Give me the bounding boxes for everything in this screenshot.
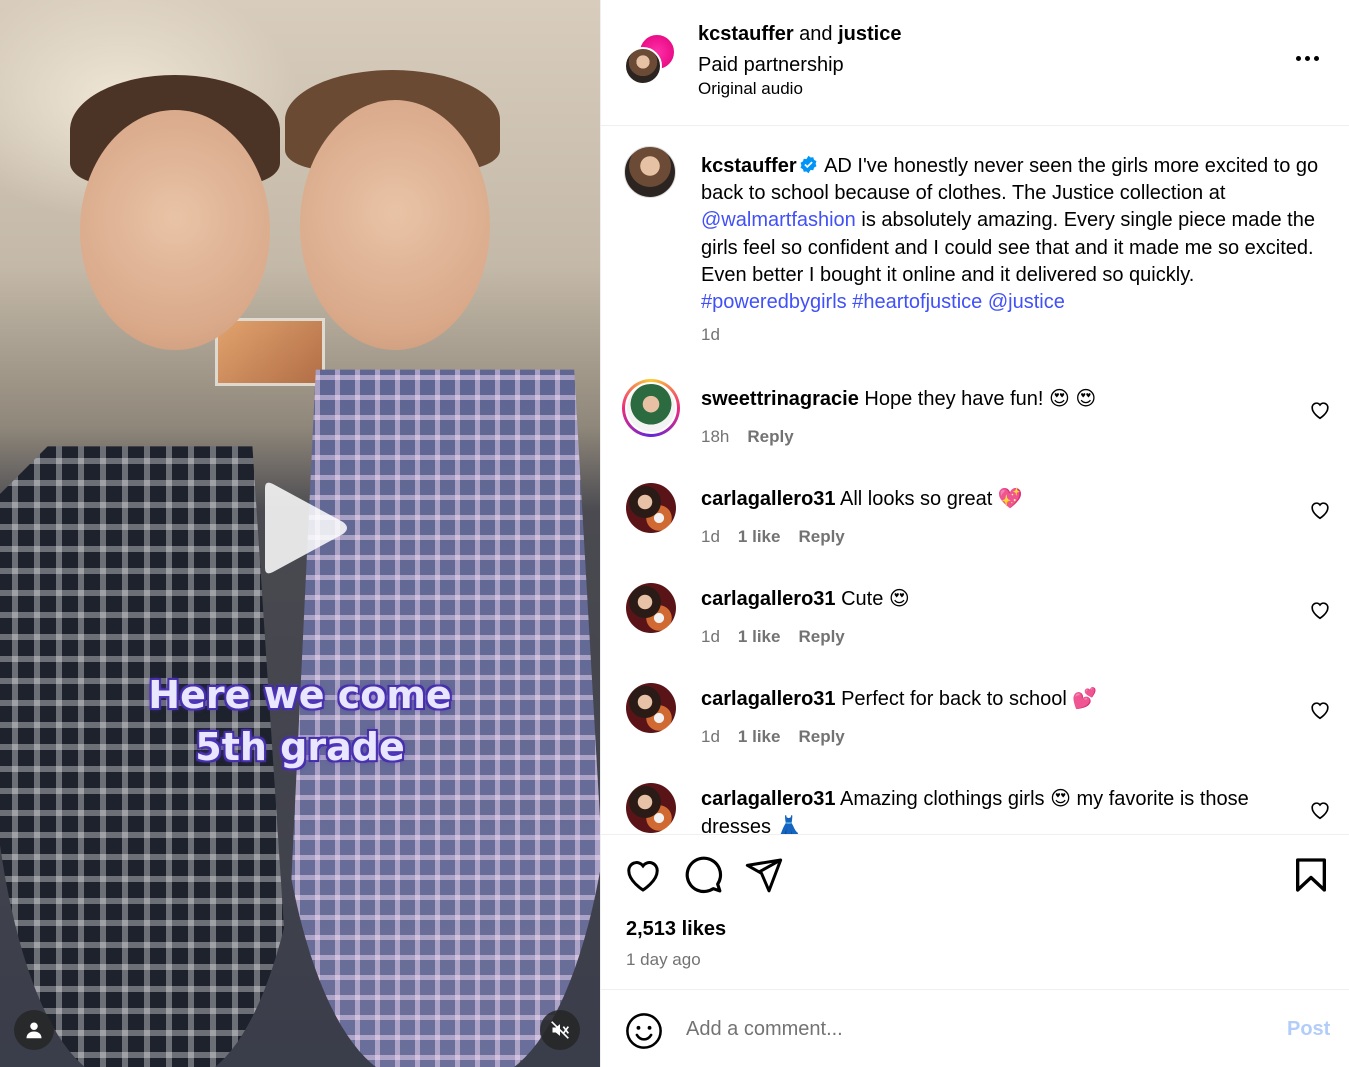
post-header: kcstauffer and justice Paid partnership …	[601, 0, 1349, 126]
comment-text: carlagallero31 Cute 😍	[701, 585, 1281, 613]
comment-meta: 18h Reply	[701, 427, 794, 447]
comment-composer: Post	[601, 989, 1349, 1067]
mention-walmartfashion[interactable]: @walmartfashion	[701, 209, 856, 231]
comment-body: Perfect for back to school	[841, 688, 1067, 710]
comment-likes[interactable]: 1 like	[738, 727, 781, 747]
comment-text: carlagallero31 Amazing clothings girls 😍…	[701, 785, 1281, 834]
comment-emoji-dress: 👗	[776, 816, 802, 834]
partner-username[interactable]: justice	[838, 23, 901, 45]
comment-username[interactable]: carlagallero31	[701, 488, 836, 510]
comment-username[interactable]: carlagallero31	[701, 788, 836, 810]
heart-icon[interactable]	[1309, 599, 1331, 621]
verified-icon	[800, 155, 817, 174]
video-face-left	[80, 110, 270, 350]
author-avatar[interactable]	[624, 47, 662, 85]
comment-text: carlagallero31 All looks so great 💖	[701, 485, 1281, 513]
comment-item: carlagallero31 Cute 😍 1d 1 like Reply	[601, 583, 1349, 683]
share-icon[interactable]	[744, 855, 784, 895]
comment-body: Hope they have fun!	[864, 388, 1044, 410]
comment-body: Amazing clothings girls	[839, 788, 1045, 810]
comment-emoji: 😍	[888, 588, 910, 610]
background-painting	[215, 318, 325, 386]
heart-icon[interactable]	[623, 855, 663, 895]
mute-icon	[551, 1021, 569, 1039]
emoji-icon[interactable]	[625, 1012, 663, 1050]
comment-likes[interactable]: 1 like	[738, 527, 781, 547]
heart-icon[interactable]	[1309, 399, 1331, 421]
play-icon[interactable]	[255, 478, 355, 578]
hashtag-heartofjustice[interactable]: #heartofjustice	[852, 291, 982, 313]
comment-likes[interactable]: 1 like	[738, 627, 781, 647]
comments-scroll-area[interactable]: kcstauffer AD I've honestly never seen t…	[601, 126, 1349, 834]
comment-username[interactable]: carlagallero31	[701, 688, 836, 710]
mute-button[interactable]	[540, 1010, 580, 1050]
commenter-avatar[interactable]	[626, 683, 676, 733]
comment-time: 1d	[701, 527, 720, 546]
more-icon-dot	[1314, 55, 1319, 61]
reply-button[interactable]: Reply	[798, 527, 844, 547]
comment-item: carlagallero31 Amazing clothings girls 😍…	[601, 783, 1349, 834]
reply-button[interactable]: Reply	[798, 727, 844, 747]
post-comment-button[interactable]: Post	[1287, 1018, 1330, 1041]
post-time[interactable]: 1 day ago	[626, 950, 701, 970]
likes-count[interactable]: 2,513 likes	[626, 918, 726, 941]
caption-time: 1d	[701, 325, 720, 344]
commenter-avatar[interactable]	[626, 783, 676, 833]
video-caption-line1: Here we come	[148, 673, 452, 717]
video-caption-line2: 5th grade	[195, 725, 405, 769]
comment-meta: 1d 1 like Reply	[701, 727, 845, 747]
comment-meta: 1d 1 like Reply	[701, 527, 845, 547]
audio-label[interactable]: Original audio	[698, 79, 803, 99]
header-joiner: and	[799, 23, 833, 45]
comment-item: sweettrinagracie Hope they have fun! 😍 😍…	[601, 379, 1349, 483]
commenter-avatar[interactable]	[626, 483, 676, 533]
comment-text: carlagallero31 Perfect for back to schoo…	[701, 685, 1281, 713]
comment-username[interactable]: sweettrinagracie	[701, 388, 859, 410]
comment-username[interactable]: carlagallero31	[701, 588, 836, 610]
heart-icon[interactable]	[1309, 699, 1331, 721]
comment-time: 1d	[701, 727, 720, 746]
post-caption: kcstauffer AD I've honestly never seen t…	[701, 153, 1321, 316]
heart-icon[interactable]	[1309, 799, 1331, 821]
commenter-avatar[interactable]	[626, 583, 676, 633]
comment-text: sweettrinagracie Hope they have fun! 😍 😍	[701, 385, 1281, 413]
video-face-right	[300, 100, 490, 350]
comment-time: 18h	[701, 427, 730, 446]
comment-emoji: 😍	[1050, 788, 1071, 810]
comment-input[interactable]	[686, 1018, 1246, 1041]
comment-body: All looks so great	[839, 488, 993, 510]
hashtag-poweredbygirls[interactable]: #poweredbygirls	[701, 291, 847, 313]
paid-partnership-label[interactable]: Paid partnership	[698, 53, 844, 77]
comment-icon[interactable]	[684, 855, 724, 895]
comment-time: 1d	[701, 627, 720, 646]
comment-body: Cute	[841, 588, 884, 610]
header-usernames: kcstauffer and justice	[698, 22, 901, 46]
more-icon-dot	[1305, 55, 1310, 61]
comment-meta: 1d 1 like Reply	[701, 627, 845, 647]
comment-item: carlagallero31 Perfect for back to schoo…	[601, 683, 1349, 783]
mention-justice[interactable]: @justice	[988, 291, 1065, 313]
heart-icon[interactable]	[1309, 499, 1331, 521]
reply-button[interactable]: Reply	[798, 627, 844, 647]
user-tag-icon	[26, 1022, 42, 1039]
comment-emoji: 😍 😍	[1049, 388, 1097, 410]
caption-avatar[interactable]	[624, 146, 676, 198]
post-video[interactable]: Here we come 5th grade	[0, 0, 600, 1067]
comment-item: carlagallero31 All looks so great 💖 1d 1…	[601, 483, 1349, 583]
post-details-panel: kcstauffer and justice Paid partnership …	[600, 0, 1349, 1067]
comment-emoji: 💕	[1072, 688, 1098, 710]
comment-emoji: 💖	[997, 488, 1023, 510]
commenter-avatar[interactable]	[622, 379, 680, 437]
bookmark-icon[interactable]	[1291, 855, 1331, 895]
more-options-button[interactable]	[1296, 52, 1322, 64]
caption-username[interactable]: kcstauffer	[701, 155, 797, 177]
author-username[interactable]: kcstauffer	[698, 23, 794, 45]
more-icon	[1296, 55, 1301, 61]
user-tag-button[interactable]	[14, 1010, 54, 1050]
reply-button[interactable]: Reply	[747, 427, 793, 447]
